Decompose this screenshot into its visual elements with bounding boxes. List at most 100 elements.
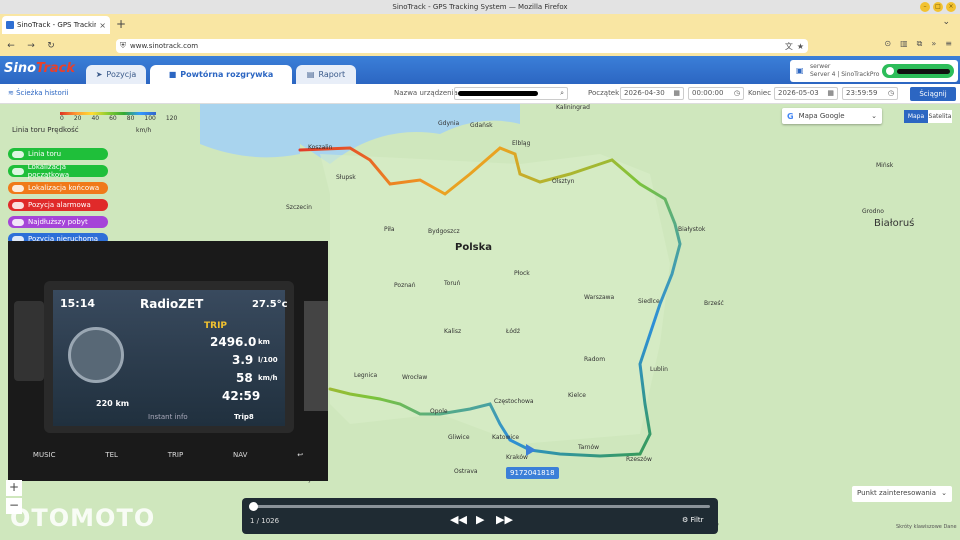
place-label: Kielce bbox=[568, 392, 586, 399]
download-button[interactable]: Ściągnij bbox=[910, 87, 956, 101]
trip-duration: 42:59 bbox=[222, 389, 261, 403]
end-label: Koniec bbox=[748, 89, 772, 97]
url-bar[interactable]: ⛨ www.sinotrack.com 文 ★ bbox=[116, 39, 808, 53]
toggle-switch-icon[interactable] bbox=[12, 167, 24, 175]
user-account-button[interactable] bbox=[882, 64, 954, 78]
history-path-label: ≋ Ścieżka historii bbox=[8, 89, 69, 97]
place-label: Toruń bbox=[444, 280, 461, 287]
forward-icon[interactable]: → bbox=[26, 41, 36, 51]
history-text: Ścieżka historii bbox=[16, 89, 69, 97]
playback-progress[interactable] bbox=[250, 505, 710, 508]
star-icon[interactable]: ★ bbox=[797, 42, 804, 51]
start-time: 00:00:00 bbox=[692, 89, 724, 97]
music-button: MUSIC bbox=[32, 451, 56, 459]
place-label: Gdynia bbox=[438, 120, 460, 127]
place-label: Bydgoszcz bbox=[428, 228, 460, 235]
new-tab-icon[interactable]: + bbox=[116, 17, 126, 31]
tab-list-icon[interactable]: ⌄ bbox=[942, 17, 950, 27]
place-label: Radom bbox=[584, 356, 606, 363]
layer-toggle[interactable]: Lokalizacja początkowa bbox=[8, 163, 108, 179]
toggle-switch-icon[interactable] bbox=[12, 150, 24, 158]
place-label: Płock bbox=[514, 270, 530, 277]
filter-label: Filtr bbox=[690, 516, 704, 524]
server-info: ▣ serwer Server 4 | SinoTrackPro bbox=[790, 60, 958, 82]
tab-powtorna-rozgrywka[interactable]: ■ Powtórna rozgrywka bbox=[150, 65, 292, 84]
radio-temp: 27.5°c bbox=[252, 299, 288, 310]
radio-station: RadioZET bbox=[140, 297, 204, 311]
place-label: Łódź bbox=[506, 328, 521, 335]
library-icon[interactable]: ▥ bbox=[900, 39, 908, 49]
start-time-input[interactable]: 00:00:00 ◷ bbox=[688, 87, 744, 100]
layer-toggle[interactable]: Pozycja alarmowa bbox=[8, 199, 108, 211]
playback-handle[interactable] bbox=[249, 502, 259, 511]
map-type-select[interactable]: G Mapa Google ⌄ bbox=[782, 108, 882, 124]
map-view-button[interactable]: Mapa bbox=[904, 110, 928, 123]
nav-button: NAV bbox=[233, 451, 248, 459]
tab-label: Raport bbox=[318, 70, 346, 79]
fast-forward-icon[interactable]: ▶▶ bbox=[496, 513, 513, 526]
place-label: Ostrava bbox=[454, 468, 478, 475]
layer-toggle[interactable]: Lokalizacja końcowa bbox=[8, 182, 108, 194]
close-icon[interactable]: × bbox=[946, 2, 956, 12]
device-select[interactable]: ⌕ bbox=[454, 87, 568, 100]
layer-toggle[interactable]: Najdłuższy pobyt bbox=[8, 216, 108, 228]
place-label: Rzeszów bbox=[626, 456, 652, 463]
toggle-switch-icon[interactable] bbox=[12, 201, 24, 209]
place-label: Brześć bbox=[704, 300, 724, 307]
place-label: Polska bbox=[455, 242, 492, 253]
poi-select[interactable]: Punkt zainteresowania ⌄ bbox=[852, 486, 952, 502]
place-label: Kalisz bbox=[444, 328, 462, 335]
search-icon: ⌕ bbox=[560, 89, 564, 97]
rewind-icon[interactable]: ◀◀ bbox=[450, 513, 467, 526]
back-button: ↩ bbox=[297, 451, 304, 459]
start-date-input[interactable]: 2026-04-30 ▦ bbox=[620, 87, 684, 100]
screen-footer-left: Instant info bbox=[148, 413, 188, 421]
start-label: Początek bbox=[588, 89, 620, 97]
tel-button: TEL bbox=[105, 451, 118, 459]
satellite-view-button[interactable]: Satelita bbox=[928, 110, 952, 123]
clock-icon: ◷ bbox=[733, 89, 740, 97]
maximize-icon[interactable]: □ bbox=[933, 2, 943, 12]
play-icon[interactable]: ▶ bbox=[476, 513, 484, 526]
place-label: Mińsk bbox=[876, 162, 894, 169]
zoom-in-button[interactable]: + bbox=[6, 480, 22, 496]
map-canvas[interactable]: 0 20 40 60 80 100 120 Linia toru Prędkoś… bbox=[0, 104, 960, 540]
reload-icon[interactable]: ↻ bbox=[46, 41, 56, 51]
trip-speed-unit: km/h bbox=[258, 374, 278, 382]
trip-button: TRIP bbox=[167, 451, 184, 459]
browser-tab[interactable]: SinoTrack - GPS Tracking Sy × bbox=[2, 16, 110, 34]
more-tools-icon[interactable]: » bbox=[931, 39, 936, 49]
tab-label: Powtórna rozgrywka bbox=[180, 70, 274, 79]
end-date-input[interactable]: 2026-05-03 ▦ bbox=[774, 87, 838, 100]
poi-select-label: Punkt zainteresowania bbox=[857, 489, 937, 497]
layer-toggle-label: Lokalizacja początkowa bbox=[27, 163, 70, 179]
redacted-username bbox=[897, 68, 950, 74]
trip-distance: 2496.0 bbox=[210, 335, 257, 349]
pocket-icon[interactable]: ⊙ bbox=[884, 39, 891, 49]
back-icon[interactable]: ← bbox=[6, 41, 16, 51]
tab-close-icon[interactable]: × bbox=[99, 21, 106, 30]
tab-raport[interactable]: ▤ Raport bbox=[296, 65, 356, 84]
layer-toggle[interactable]: Linia toru bbox=[8, 148, 108, 160]
filter-button[interactable]: ⚙ Filtr bbox=[682, 516, 704, 524]
extensions-icon[interactable]: ⧉ bbox=[917, 39, 923, 49]
toggle-switch-icon[interactable] bbox=[12, 184, 24, 192]
minimize-icon[interactable]: – bbox=[920, 2, 930, 12]
server-name: Server 4 | SinoTrackPro bbox=[810, 71, 880, 78]
shield-icon[interactable]: ⛨ bbox=[120, 41, 126, 51]
place-label: Olsztyn bbox=[552, 178, 575, 185]
translate-icon[interactable]: 文 bbox=[785, 41, 793, 52]
toggle-switch-icon[interactable] bbox=[12, 218, 24, 226]
location-arrow-icon: ➤ bbox=[95, 70, 103, 79]
menu-icon[interactable]: ≡ bbox=[945, 39, 952, 49]
place-label: Słupsk bbox=[336, 174, 356, 181]
tab-pozycja[interactable]: ➤ Pozycja bbox=[86, 65, 146, 84]
sinotrack-logo: SinoTrack bbox=[4, 61, 75, 76]
layer-toggle-label: Linia toru bbox=[28, 150, 62, 158]
end-time-input[interactable]: 23:59:59 ◷ bbox=[842, 87, 898, 100]
url-text[interactable]: www.sinotrack.com bbox=[130, 42, 781, 50]
trip-range: 220 km bbox=[96, 399, 130, 408]
place-label: Legnica bbox=[354, 372, 378, 379]
vehicle-label[interactable]: 9172041818 bbox=[506, 467, 559, 479]
legend-tick: 20 bbox=[73, 115, 82, 122]
